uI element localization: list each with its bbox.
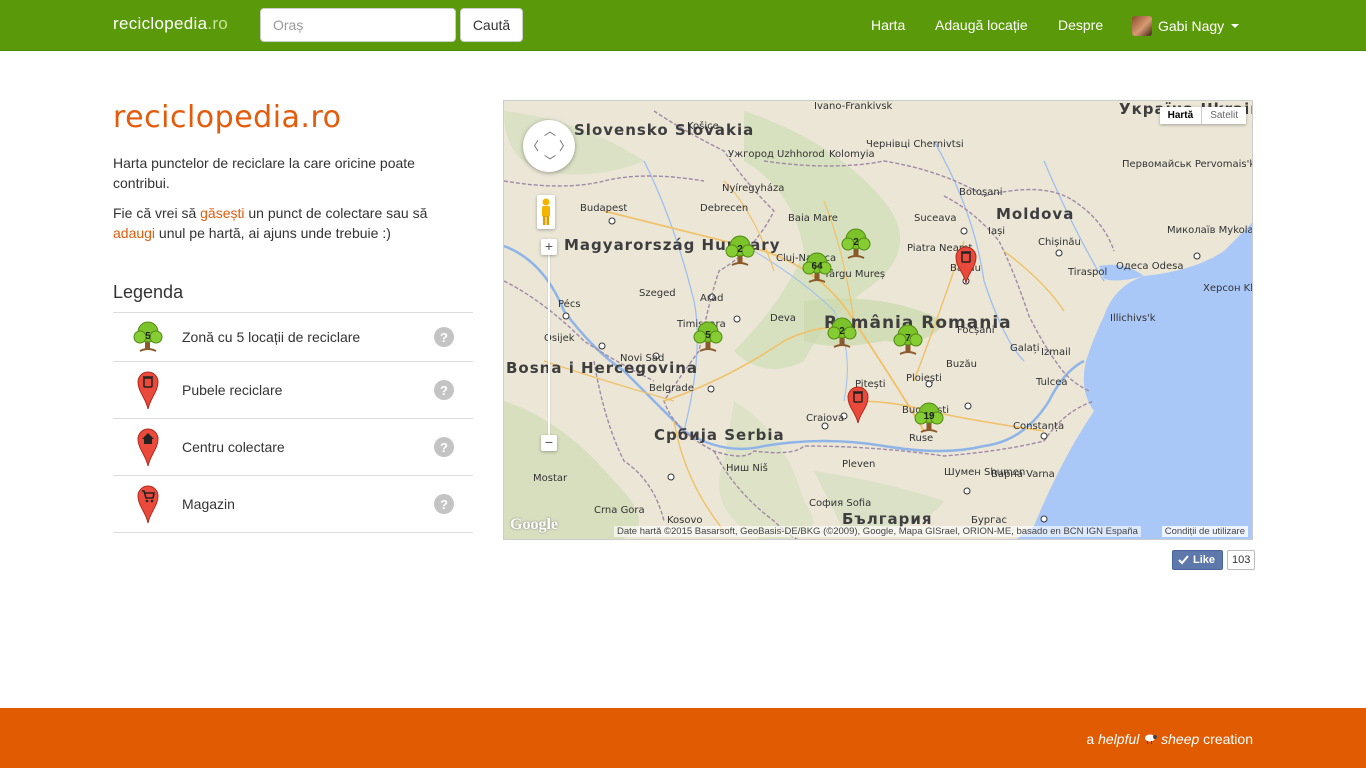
like-count: 103 <box>1227 550 1256 570</box>
legend-label: Centru colectare <box>182 439 285 455</box>
zoom-in-button[interactable]: + <box>541 239 557 255</box>
pan-control[interactable]: ︿ ﹀ 〈 〉 <box>523 120 575 172</box>
svg-text:2: 2 <box>853 237 859 248</box>
recycle-bin-pin-icon <box>136 371 159 410</box>
user-name: Gabi Nagy <box>1158 18 1225 34</box>
cart-pin-icon <box>136 485 159 524</box>
map-markers: 2 64 2 5 2 7 19 <box>693 228 977 433</box>
map-type-toggle: Hartă Satelit <box>1159 107 1246 124</box>
map-type-satellite[interactable]: Satelit <box>1202 107 1246 124</box>
zoom-slider[interactable] <box>548 238 550 448</box>
intro-text: Harta punctelor de reciclare la care ori… <box>113 155 415 191</box>
svg-text:64: 64 <box>811 261 823 272</box>
cluster-marker[interactable]: 2 <box>841 228 871 259</box>
pan-up-icon[interactable]: ︿ <box>544 122 556 139</box>
user-menu[interactable]: Gabi Nagy <box>1132 16 1240 36</box>
map[interactable]: Україна Ukraine Slovensko Slovakia Magya… <box>503 100 1253 540</box>
map-type-map[interactable]: Hartă <box>1160 107 1203 124</box>
brand-logo[interactable]: reciclopedia.ro <box>113 14 228 34</box>
help-icon[interactable]: ? <box>434 494 454 514</box>
navbar: reciclopedia.ro Caută Harta Adaugă locaț… <box>0 0 1366 51</box>
legend-row-shop: Magazin ? <box>113 476 473 533</box>
footer: a helpful sheep creation <box>0 708 1366 768</box>
svg-text:2: 2 <box>737 244 743 255</box>
help-icon[interactable]: ? <box>434 437 454 457</box>
check-icon <box>1178 555 1189 565</box>
cluster-marker[interactable]: 64 <box>802 252 832 283</box>
sheep-icon <box>1145 734 1158 744</box>
add-link[interactable]: adaugi <box>113 225 155 241</box>
legend-row-bins: Pubele reciclare ? <box>113 362 473 419</box>
street-view-pegman-icon[interactable] <box>537 195 555 229</box>
legend-label: Pubele reciclare <box>182 382 283 398</box>
house-pin-icon <box>136 428 159 467</box>
nav-link-about[interactable]: Despre <box>1058 17 1103 33</box>
attribution-text: Date hartă ©2015 Basarsoft, GeoBasis-DE/… <box>614 526 1141 537</box>
legend-row-center: Centru colectare ? <box>113 419 473 476</box>
cluster-marker[interactable]: 2 <box>725 235 755 266</box>
find-link[interactable]: găsești <box>200 205 244 221</box>
legend-title: Legenda <box>113 282 184 302</box>
caret-down-icon <box>1231 24 1240 28</box>
legend-row-cluster: 5 Zonă cu 5 locații de reciclare ? <box>113 313 473 362</box>
terms-link[interactable]: Condiții de utilizare <box>1161 526 1248 537</box>
nav-link-map[interactable]: Harta <box>871 17 905 33</box>
nav-link-add-location[interactable]: Adaugă locație <box>935 17 1028 33</box>
help-icon[interactable]: ? <box>434 380 454 400</box>
cluster-marker[interactable]: 2 <box>827 317 857 348</box>
recycle-bin-pin-icon[interactable] <box>847 386 869 424</box>
zoom-out-button[interactable]: − <box>541 435 557 451</box>
footer-text: a helpful sheep creation <box>1086 731 1253 747</box>
svg-text:5: 5 <box>145 331 151 342</box>
avatar <box>1132 16 1152 36</box>
google-logo: Google <box>510 516 558 533</box>
pan-left-icon[interactable]: 〈 <box>527 137 539 154</box>
legend-table: 5 Zonă cu 5 locații de reciclare ? Pubel… <box>113 312 473 533</box>
pan-down-icon[interactable]: ﹀ <box>544 152 556 169</box>
like-button[interactable]: Like <box>1172 550 1224 570</box>
tree-cluster-icon: 5 <box>133 321 162 352</box>
intro-text-2: Fie că vrei să găsești un punct de colec… <box>113 205 428 241</box>
cluster-marker[interactable]: 19 <box>914 402 944 433</box>
pan-right-icon[interactable]: 〉 <box>559 137 571 154</box>
recycle-bin-pin-icon[interactable] <box>955 246 977 284</box>
cluster-marker[interactable]: 7 <box>893 324 923 355</box>
help-icon[interactable]: ? <box>434 327 454 347</box>
legend-label: Magazin <box>182 496 235 512</box>
svg-text:5: 5 <box>705 330 711 341</box>
svg-text:2: 2 <box>839 326 845 337</box>
svg-text:7: 7 <box>905 333 911 344</box>
city-search-input[interactable] <box>260 8 456 42</box>
search-button[interactable]: Caută <box>460 8 523 42</box>
svg-text:19: 19 <box>923 411 935 422</box>
legend-label: Zonă cu 5 locații de reciclare <box>182 329 361 345</box>
map-attribution: Google Date hartă ©2015 Basarsoft, GeoBa… <box>504 516 1252 539</box>
facebook-like: Like 103 <box>1172 550 1256 570</box>
page-title: reciclopedia.ro <box>113 100 342 135</box>
cluster-marker[interactable]: 5 <box>693 321 723 352</box>
